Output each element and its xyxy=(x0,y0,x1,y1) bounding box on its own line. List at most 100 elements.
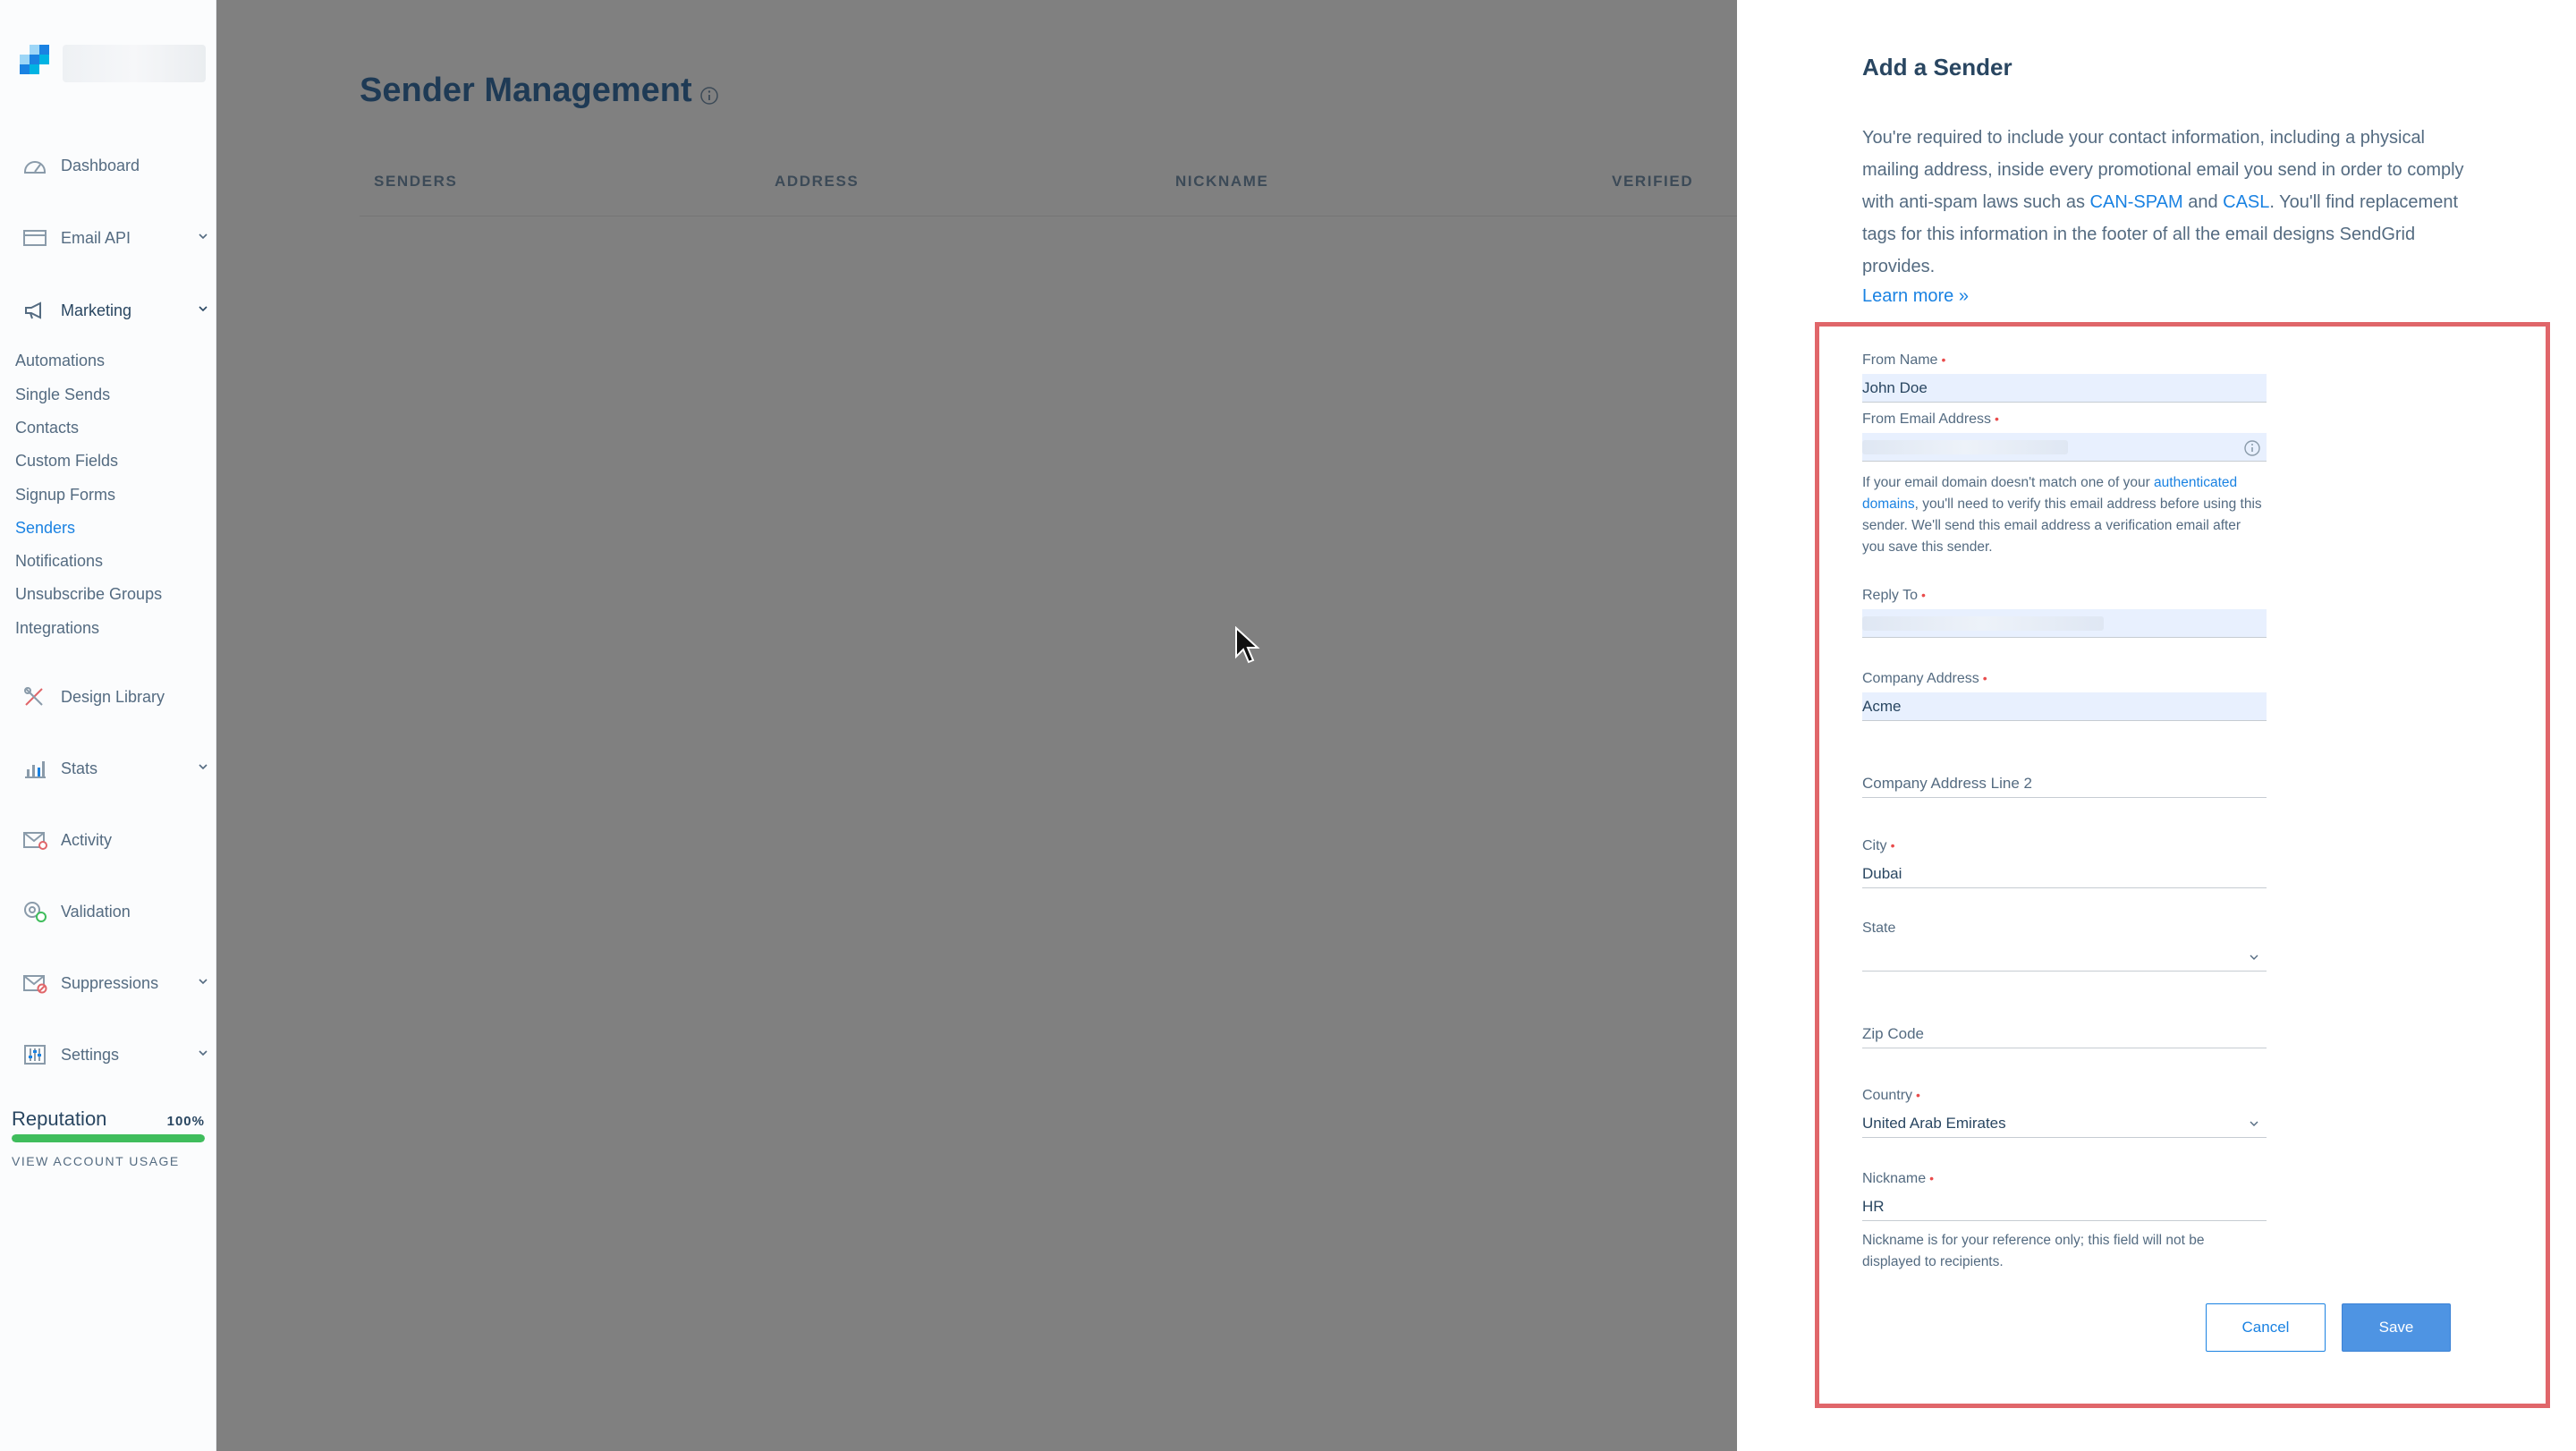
field-label: From Name • xyxy=(1862,351,2267,369)
field-label: State xyxy=(1862,920,2267,938)
field-label-text: State xyxy=(1862,921,1896,936)
field-label: Company Address • xyxy=(1862,669,2267,687)
casl-link[interactable]: CASL xyxy=(2223,192,2269,212)
sidebar-item-email-api[interactable]: Email API xyxy=(21,224,209,252)
intro-text-part: and xyxy=(2182,192,2224,212)
settings-icon xyxy=(21,1043,48,1066)
company-address-input[interactable]: Acme xyxy=(1862,692,2267,721)
sidebar-item-label: Marketing xyxy=(61,301,132,319)
company-address-2-field: Company Address Line 2 xyxy=(1862,764,2267,798)
field-label-text: Nickname xyxy=(1862,1171,1927,1186)
sidebar-item-label: Suppressions xyxy=(61,973,159,992)
chevron-down-icon[interactable] xyxy=(197,760,209,773)
from-name-input[interactable]: John Doe xyxy=(1862,374,2267,403)
reputation-meter: Reputation 100% xyxy=(12,1107,205,1142)
chevron-down-icon[interactable] xyxy=(197,302,209,315)
sidebar-item-marketing[interactable]: Marketing xyxy=(21,296,209,325)
chevron-down-icon xyxy=(2250,1121,2258,1126)
cancel-button[interactable]: Cancel xyxy=(2206,1303,2326,1352)
city-field: City • Dubai xyxy=(1862,836,2267,888)
stats-icon xyxy=(21,757,48,780)
state-select[interactable] xyxy=(1862,943,2267,972)
mouse-cursor-icon xyxy=(1235,626,1260,664)
country-field: Country • United Arab Emirates xyxy=(1862,1086,2267,1138)
reputation-value: 100% xyxy=(166,1114,205,1129)
page-title-text: Sender Management xyxy=(360,72,692,109)
info-icon[interactable] xyxy=(2243,439,2261,457)
sidebar-item-dashboard[interactable]: Dashboard xyxy=(21,151,209,180)
from-name-field: From Name • John Doe xyxy=(1862,351,2267,403)
chevron-down-icon[interactable] xyxy=(197,1047,209,1059)
sidebar-subitem-notifications[interactable]: Notifications xyxy=(15,550,103,572)
zip-code-input[interactable]: Zip Code xyxy=(1862,1020,2267,1048)
field-label: City • xyxy=(1862,836,2267,854)
state-field: State xyxy=(1862,920,2267,972)
nickname-input[interactable]: HR xyxy=(1862,1192,2267,1221)
sidebar-subitem-automations[interactable]: Automations xyxy=(15,350,105,371)
column-header-address[interactable]: ADDRESS xyxy=(775,173,859,191)
field-label-text: From Name xyxy=(1862,352,1938,368)
sidebar-subitem-senders[interactable]: Senders xyxy=(15,517,75,539)
main-content-overlay[interactable]: Sender Management SENDERS ADDRESS NICKNA… xyxy=(216,0,1737,1451)
sendgrid-logo-icon[interactable] xyxy=(20,45,50,75)
design-library-icon xyxy=(21,685,48,709)
help-text-part: , you'll need to verify this email addre… xyxy=(1862,496,2262,555)
zip-code-field: Zip Code xyxy=(1862,1014,2267,1048)
city-input[interactable]: Dubai xyxy=(1862,860,2267,888)
column-header-nickname[interactable]: NICKNAME xyxy=(1175,173,1268,191)
sidebar-item-label: Email API xyxy=(61,228,131,247)
from-email-input[interactable] xyxy=(1862,433,2267,462)
panel-intro-text: You're required to include your contact … xyxy=(1862,122,2479,283)
suppressions-icon xyxy=(21,972,48,995)
chevron-down-icon[interactable] xyxy=(197,975,209,988)
sidebar-item-validation[interactable]: Validation xyxy=(21,897,209,926)
sidebar-item-label: Validation xyxy=(61,902,131,921)
column-header-senders[interactable]: SENDERS xyxy=(374,173,457,191)
sidebar-subitem-single-sends[interactable]: Single Sends xyxy=(15,384,110,405)
reputation-bar xyxy=(12,1134,205,1142)
column-header-verified[interactable]: VERIFIED xyxy=(1612,173,1693,191)
reputation-bar-fill xyxy=(12,1134,205,1142)
help-text-part: If your email domain doesn't match one o… xyxy=(1862,475,2155,490)
chevron-down-icon[interactable] xyxy=(197,230,209,242)
field-label-text: Country xyxy=(1862,1088,1913,1103)
panel-title: Add a Sender xyxy=(1862,54,2012,81)
required-marker: • xyxy=(1890,838,1895,853)
sidebar-item-label: Settings xyxy=(61,1045,120,1064)
save-button[interactable]: Save xyxy=(2342,1303,2451,1352)
sidebar: Dashboard Email API Marketing Automation… xyxy=(0,0,216,1451)
view-account-usage-link[interactable]: VIEW ACCOUNT USAGE xyxy=(12,1154,180,1168)
info-icon[interactable] xyxy=(699,86,719,106)
sidebar-subitem-contacts[interactable]: Contacts xyxy=(15,417,79,438)
sidebar-subitem-custom-fields[interactable]: Custom Fields xyxy=(15,450,118,471)
field-label: Nickname • xyxy=(1862,1169,2267,1187)
field-label-text: From Email Address xyxy=(1862,412,1992,427)
country-select[interactable]: United Arab Emirates xyxy=(1862,1109,2267,1138)
required-marker: • xyxy=(1982,671,1987,685)
required-marker: • xyxy=(1995,412,1999,426)
company-address-2-input[interactable]: Company Address Line 2 xyxy=(1862,769,2267,798)
sidebar-item-design-library[interactable]: Design Library xyxy=(21,683,209,711)
sidebar-item-stats[interactable]: Stats xyxy=(21,754,209,783)
reply-to-input[interactable] xyxy=(1862,609,2267,638)
nickname-help: Nickname is for your reference only; thi… xyxy=(1862,1233,2205,1269)
sidebar-item-settings[interactable]: Settings xyxy=(21,1040,209,1069)
email-api-icon xyxy=(21,226,48,250)
field-label-text: City xyxy=(1862,838,1887,853)
sidebar-subitem-integrations[interactable]: Integrations xyxy=(15,617,99,639)
learn-more-link[interactable]: Learn more » xyxy=(1862,286,1969,307)
field-label: Country • xyxy=(1862,1086,2267,1104)
chevron-down-icon xyxy=(2250,955,2258,960)
redacted-email xyxy=(1862,616,2104,631)
country-selected-value: United Arab Emirates xyxy=(1862,1115,2006,1132)
sidebar-item-suppressions[interactable]: Suppressions xyxy=(21,969,209,997)
sidebar-subitem-unsubscribe-groups[interactable]: Unsubscribe Groups xyxy=(15,583,162,605)
can-spam-link[interactable]: CAN-SPAM xyxy=(2090,192,2183,212)
sidebar-item-activity[interactable]: Activity xyxy=(21,826,209,854)
add-sender-panel: Add a Sender You're required to include … xyxy=(1737,0,2576,1451)
sidebar-item-label: Stats xyxy=(61,759,98,777)
reputation-label: Reputation xyxy=(12,1107,107,1130)
sidebar-subitem-signup-forms[interactable]: Signup Forms xyxy=(15,484,115,505)
reply-to-field: Reply To • xyxy=(1862,586,2267,638)
page-title: Sender Management xyxy=(360,72,719,110)
